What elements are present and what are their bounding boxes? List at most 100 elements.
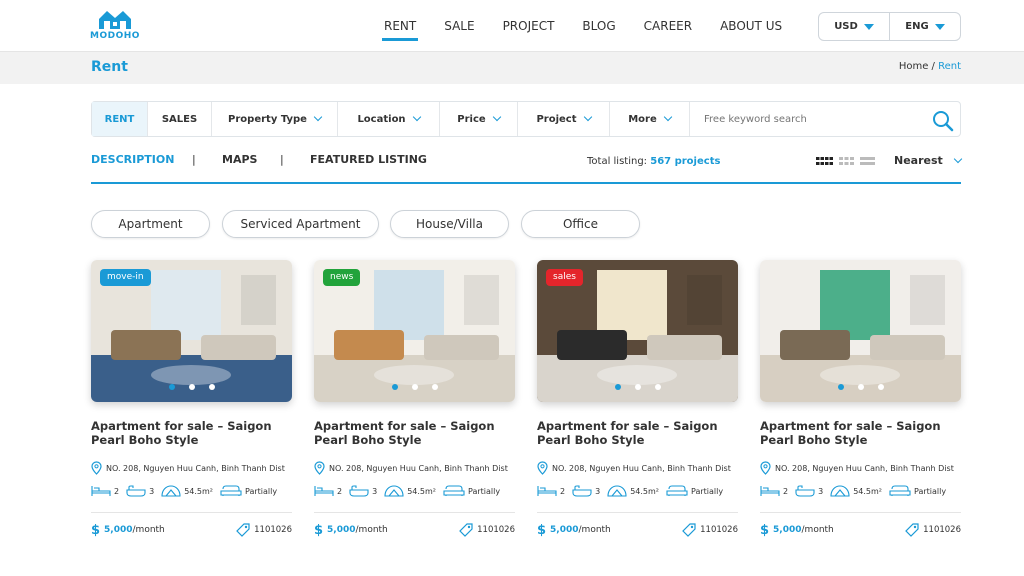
compact-grid-view-icon[interactable] xyxy=(839,157,854,165)
carousel-dot[interactable] xyxy=(877,384,884,390)
carousel-dot[interactable] xyxy=(614,384,621,390)
beds-count: 2 xyxy=(560,486,566,496)
title-band: Rent Home / Rent xyxy=(0,52,1024,84)
carousel-dot[interactable] xyxy=(188,384,195,390)
carousel-dot[interactable] xyxy=(391,384,398,390)
price-filter[interactable]: Price xyxy=(440,102,518,136)
more-filter[interactable]: More xyxy=(610,102,690,136)
listing-title[interactable]: Apartment for sale – Saigon Pearl Boho S… xyxy=(537,419,727,447)
tag-icon xyxy=(682,523,696,537)
nav-sale[interactable]: SALE xyxy=(430,0,488,52)
currency-language-switcher: USD ENG xyxy=(818,12,961,41)
carousel-dot[interactable] xyxy=(168,384,175,390)
project-filter[interactable]: Project xyxy=(518,102,610,136)
chip-house-villa[interactable]: House/Villa xyxy=(390,210,509,238)
carousel-dots xyxy=(537,384,738,390)
listing-title[interactable]: Apartment for sale – Saigon Pearl Boho S… xyxy=(91,419,281,447)
location-filter[interactable]: Location xyxy=(338,102,440,136)
tab-featured-listing[interactable]: FEATURED LISTING xyxy=(310,153,427,166)
sort-dropdown[interactable]: Nearest xyxy=(894,154,963,167)
carousel-dots xyxy=(760,384,961,390)
filter-label: Location xyxy=(357,113,406,125)
breadcrumb-separator: / xyxy=(928,61,939,72)
listing-badge: sales xyxy=(546,269,583,286)
price-period: /month xyxy=(578,525,611,535)
listing-title[interactable]: Apartment for sale – Saigon Pearl Boho S… xyxy=(314,419,504,447)
price-amount: 5,000 xyxy=(550,525,579,535)
nav-blog[interactable]: BLOG xyxy=(568,0,629,52)
divider xyxy=(91,512,292,513)
view-toggle xyxy=(816,157,875,165)
listing-code: 1101026 xyxy=(905,523,961,537)
main-nav: RENT SALE PROJECT BLOG CAREER ABOUT US xyxy=(370,0,796,52)
search-bar: RENT SALES Property Type Location Price … xyxy=(91,101,961,137)
property-type-filter[interactable]: Property Type xyxy=(212,102,338,136)
nav-rent[interactable]: RENT xyxy=(370,0,430,52)
search-icon[interactable] xyxy=(932,110,954,132)
nav-career[interactable]: CAREER xyxy=(630,0,706,52)
chip-office[interactable]: Office xyxy=(521,210,640,238)
grid-view-icon[interactable] xyxy=(816,157,833,165)
carousel-dot[interactable] xyxy=(857,384,864,390)
brand-name: MODOHO xyxy=(90,31,140,41)
currency-select[interactable]: USD xyxy=(819,13,889,40)
address-text: NO. 208, Nguyen Huu Canh, Binh Thanh Dis… xyxy=(775,463,954,473)
search-tab-rent[interactable]: RENT xyxy=(92,102,148,136)
nav-about-us[interactable]: ABOUT US xyxy=(706,0,796,52)
chevron-down-icon xyxy=(412,112,421,122)
search-tab-sales[interactable]: SALES xyxy=(148,102,212,136)
bed-icon xyxy=(314,486,334,496)
logo[interactable]: MODOHO xyxy=(90,8,140,44)
address-text: NO. 208, Nguyen Huu Canh, Binh Thanh Dis… xyxy=(106,463,285,473)
listing-photo[interactable]: news xyxy=(314,260,515,402)
listing-price: $5,000/month xyxy=(537,523,611,538)
listing-photo[interactable] xyxy=(760,260,961,402)
tab-maps[interactable]: MAPS xyxy=(222,153,257,166)
language-select[interactable]: ENG xyxy=(889,13,960,40)
listing-address: NO. 208, Nguyen Huu Canh, Binh Thanh Dis… xyxy=(537,461,738,475)
chevron-down-icon xyxy=(583,112,592,122)
listing-card[interactable]: Apartment for sale – Saigon Pearl Boho S… xyxy=(760,260,961,560)
keyword-search xyxy=(690,102,960,136)
carousel-dot[interactable] xyxy=(208,384,215,390)
total-listing: Total listing: 567 projects xyxy=(587,156,720,167)
carousel-dot[interactable] xyxy=(411,384,418,390)
listing-card[interactable]: sales Apartment for sale – Saigon Pearl … xyxy=(537,260,738,560)
carousel-dots xyxy=(91,384,292,390)
divider xyxy=(760,512,961,513)
code-value: 1101026 xyxy=(700,525,738,535)
breadcrumb-home[interactable]: Home xyxy=(899,61,929,72)
nav-project[interactable]: PROJECT xyxy=(489,0,569,52)
map-pin-icon xyxy=(537,461,548,475)
listing-card[interactable]: move-in Apartment for sale – Saigon Pear… xyxy=(91,260,292,560)
listing-footer: $5,000/month 1101026 xyxy=(760,523,961,538)
listing-photo[interactable]: sales xyxy=(537,260,738,402)
total-label: Total listing: xyxy=(587,156,651,167)
tab-description[interactable]: DESCRIPTION xyxy=(91,153,174,166)
map-pin-icon xyxy=(314,461,325,475)
total-count: 567 projects xyxy=(650,156,721,167)
carousel-dot[interactable] xyxy=(837,384,844,390)
filter-label: Price xyxy=(457,113,486,125)
bathtub-icon xyxy=(349,485,369,497)
chip-apartment[interactable]: Apartment xyxy=(91,210,210,238)
carousel-dot[interactable] xyxy=(654,384,661,390)
listing-title[interactable]: Apartment for sale – Saigon Pearl Boho S… xyxy=(760,419,950,447)
beds-count: 2 xyxy=(114,486,120,496)
listing-footer: $5,000/month 1101026 xyxy=(91,523,292,538)
listing-photo[interactable]: move-in xyxy=(91,260,292,402)
bathtub-icon xyxy=(126,485,146,497)
page-title: Rent xyxy=(91,59,128,75)
price-amount: 5,000 xyxy=(773,525,802,535)
map-pin-icon xyxy=(91,461,102,475)
dollar-icon: $ xyxy=(314,522,324,538)
search-input[interactable] xyxy=(704,113,904,125)
price-amount: 5,000 xyxy=(104,525,133,535)
price-amount: 5,000 xyxy=(327,525,356,535)
carousel-dot[interactable] xyxy=(431,384,438,390)
chip-serviced-apartment[interactable]: Serviced Apartment xyxy=(222,210,379,238)
listing-card[interactable]: news Apartment for sale – Saigon Pearl B… xyxy=(314,260,515,560)
list-view-icon[interactable] xyxy=(860,157,875,165)
carousel-dot[interactable] xyxy=(634,384,641,390)
listing-tabs-row: DESCRIPTION | MAPS | FEATURED LISTING To… xyxy=(91,150,963,184)
